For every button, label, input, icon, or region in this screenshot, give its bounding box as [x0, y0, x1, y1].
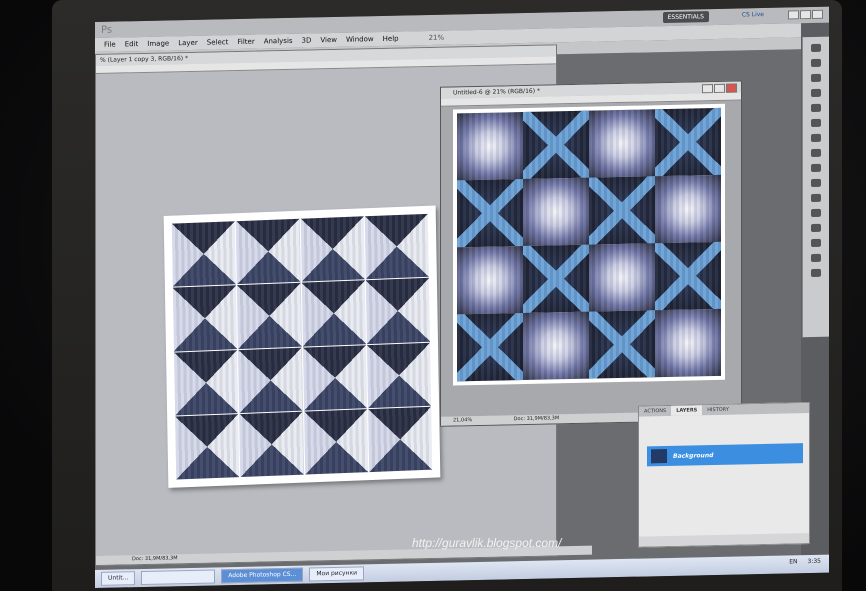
tool-icon[interactable] — [811, 148, 821, 158]
right-panel-dock — [802, 36, 829, 338]
menu-help[interactable]: Help — [383, 35, 399, 43]
photoshop-logo: Ps — [101, 24, 113, 36]
menu-3d[interactable]: 3D — [302, 36, 312, 44]
quilt-block — [300, 216, 365, 282]
tool-icon[interactable] — [811, 238, 821, 248]
quilt-block — [457, 313, 523, 382]
task-untitled[interactable]: Untit... — [101, 571, 136, 586]
app-window-controls — [788, 9, 823, 20]
menu-edit[interactable]: Edit — [125, 40, 139, 48]
quilt-image-2 — [453, 103, 725, 386]
quilt-block — [523, 244, 589, 314]
quilt-block — [589, 109, 655, 178]
quilt-block — [302, 344, 367, 411]
tool-icon[interactable] — [811, 223, 821, 233]
quilt-block — [303, 408, 368, 475]
quilt-block — [366, 342, 432, 408]
quilt-block — [172, 285, 238, 352]
quilt-block — [237, 282, 302, 349]
layer-name: Background — [673, 451, 714, 460]
tab-actions[interactable]: ACTIONS — [639, 406, 671, 417]
quilt-block — [589, 310, 655, 379]
quilt-block — [174, 349, 239, 416]
quilt-block — [523, 110, 589, 180]
tool-icon[interactable] — [811, 88, 821, 98]
tool-icon[interactable] — [811, 73, 821, 83]
zoom-level[interactable]: 21% — [429, 34, 445, 42]
menu-layer[interactable]: Layer — [178, 39, 198, 47]
clock: 3:35 — [807, 557, 821, 566]
quilt-block — [655, 107, 721, 177]
quilt-block — [589, 243, 655, 312]
tab-history[interactable]: HISTORY — [702, 405, 734, 416]
quilt-block — [655, 241, 721, 311]
layers-panel-tabs: ACTIONS LAYERS HISTORY — [639, 403, 809, 417]
quilt-block — [457, 179, 523, 248]
quilt-block — [239, 411, 304, 478]
layers-panel: ACTIONS LAYERS HISTORY Background — [638, 402, 810, 548]
quilt-block — [655, 174, 721, 244]
watermark: http://guravlik.blogspot.com/ — [412, 536, 562, 550]
quilt-block — [655, 308, 721, 378]
tool-icon[interactable] — [811, 103, 821, 113]
essentials-button[interactable]: ESSENTIALS — [662, 11, 709, 24]
quilt-block — [175, 413, 240, 480]
quilt-block — [523, 311, 589, 381]
document-window-2[interactable]: Untitled-6 @ 21% (RGB/16) * 21,04% Doc: … — [440, 80, 753, 427]
cs-live-button[interactable]: CS Live — [742, 11, 764, 18]
menu-analysis[interactable]: Analysis — [264, 37, 293, 46]
quilt-block — [367, 406, 433, 473]
task-blank[interactable] — [141, 569, 216, 586]
tab-layers[interactable]: LAYERS — [671, 405, 703, 416]
doc2-doc-size: Doc: 31,9M/83,3M — [513, 415, 560, 423]
quilt-block — [301, 280, 366, 347]
quilt-block — [236, 218, 301, 285]
tool-icon[interactable] — [811, 43, 821, 53]
tool-icon[interactable] — [811, 163, 821, 173]
menu-file[interactable]: File — [104, 41, 116, 49]
task-photoshop[interactable]: Adobe Photoshop CS... — [221, 567, 304, 584]
tool-icon[interactable] — [811, 193, 821, 203]
restore-icon[interactable] — [800, 10, 811, 20]
monitor-screen: Ps ESSENTIALS CS Live File Edit Image La… — [95, 6, 829, 589]
layers-panel-footer — [639, 533, 809, 547]
menu-filter[interactable]: Filter — [237, 38, 254, 46]
restore-icon[interactable] — [714, 83, 725, 94]
language-indicator[interactable]: EN — [789, 558, 797, 565]
close-icon[interactable] — [726, 83, 737, 93]
quilt-block — [457, 112, 523, 181]
quilt-block — [171, 221, 237, 287]
quilt-block — [238, 347, 303, 413]
tool-icon[interactable] — [811, 178, 821, 188]
tool-icon[interactable] — [811, 268, 821, 278]
doc2-zoom[interactable]: 21,04% — [453, 417, 472, 423]
quilt-block — [523, 177, 589, 247]
doc2-window-controls — [702, 83, 737, 94]
tool-icon[interactable] — [811, 253, 821, 263]
tool-icon[interactable] — [811, 58, 821, 68]
close-icon[interactable] — [812, 9, 823, 19]
quilt-image-1 — [163, 205, 441, 488]
menu-view[interactable]: View — [320, 36, 337, 44]
quilt-block — [457, 246, 523, 315]
minimize-icon[interactable] — [788, 10, 799, 20]
menu-select[interactable]: Select — [207, 38, 229, 46]
quilt-block — [589, 176, 655, 245]
layer-row-background[interactable]: Background — [647, 443, 803, 467]
tool-icon[interactable] — [811, 133, 821, 143]
menu-image[interactable]: Image — [147, 39, 169, 47]
menu-window[interactable]: Window — [346, 35, 374, 44]
quilt-block — [365, 278, 430, 344]
tool-icon[interactable] — [811, 118, 821, 128]
system-tray: EN 3:35 — [789, 558, 821, 566]
tool-icon[interactable] — [811, 208, 821, 218]
task-my-pictures[interactable]: Мои рисунки — [309, 566, 365, 582]
quilt-block — [364, 213, 429, 280]
layer-thumbnail — [651, 449, 667, 464]
minimize-icon[interactable] — [702, 84, 713, 94]
